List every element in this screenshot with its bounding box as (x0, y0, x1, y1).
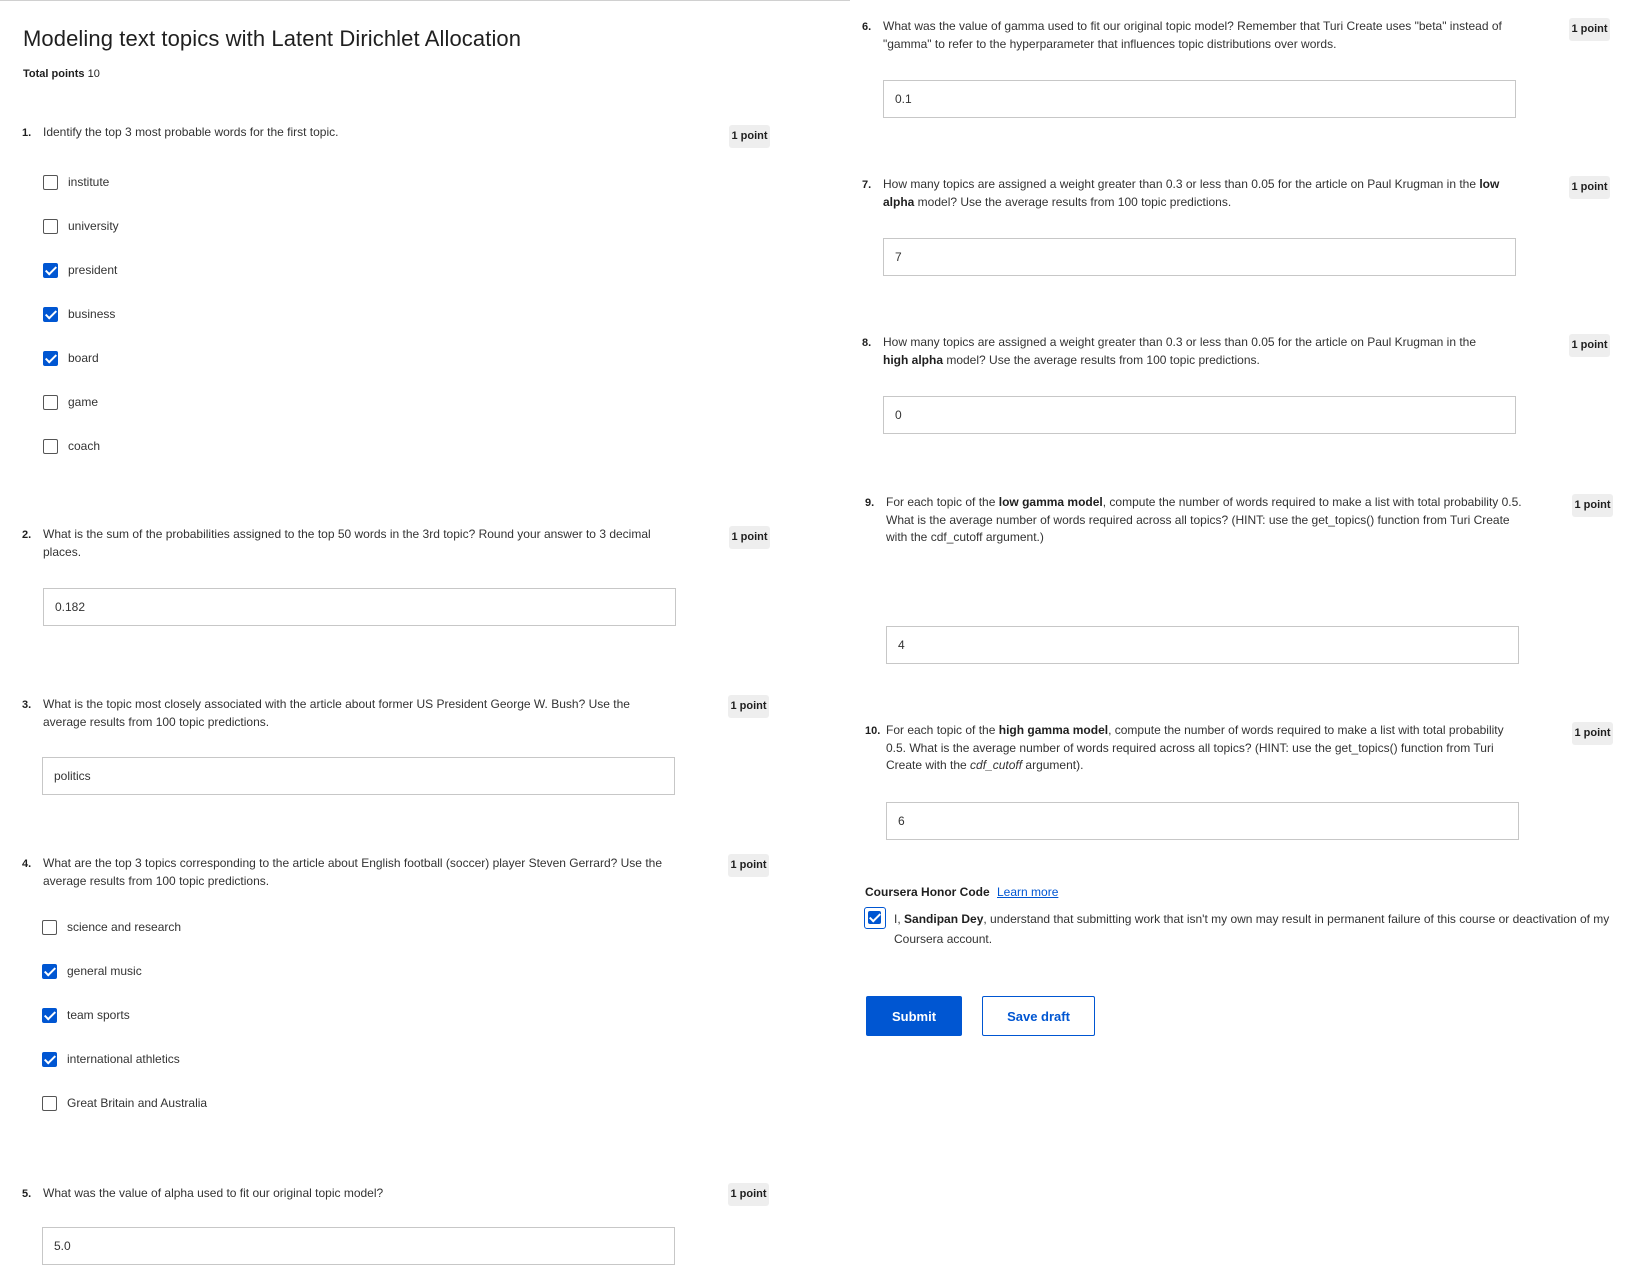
question-text: What is the topic most closely associate… (43, 697, 630, 729)
answer-input-q5[interactable]: 5.0 (42, 1227, 675, 1265)
question-number: 9. (865, 497, 875, 509)
points-badge: 1 point (1572, 494, 1613, 517)
submit-button[interactable]: Submit (866, 996, 962, 1036)
option-label: institute (68, 175, 110, 189)
question-text: Identify the top 3 most probable words f… (43, 125, 339, 139)
question-number: 10. (865, 725, 881, 737)
points-badge: 1 point (728, 695, 769, 718)
checkbox-checked[interactable] (43, 351, 58, 366)
points-badge: 1 point (728, 1183, 769, 1206)
page-title: Modeling text topics with Latent Dirichl… (23, 26, 522, 51)
question-text: How many topics are assigned a weight gr… (883, 335, 1477, 367)
points-badge: 1 point (729, 125, 770, 148)
total-points: Total points 10 (23, 68, 100, 80)
question-number: 6. (862, 21, 872, 33)
question-number: 2. (22, 529, 32, 541)
option-label: general music (67, 964, 142, 978)
option-label: game (68, 395, 99, 409)
option-label: coach (68, 439, 101, 453)
checkbox-unchecked[interactable] (43, 395, 58, 410)
answer-input-q3[interactable]: politics (42, 757, 675, 795)
points-badge: 1 point (729, 526, 770, 549)
total-points-label: Total points (23, 68, 85, 80)
question-text: What is the sum of the probabilities ass… (43, 527, 651, 559)
question-number: 7. (862, 179, 872, 191)
honor-code-statement: I, Sandipan Dey, understand that submitt… (894, 912, 1610, 946)
option-label: president (68, 263, 118, 277)
option-label: team sports (67, 1008, 130, 1022)
answer-input-q6[interactable]: 0.1 (883, 80, 1516, 118)
points-badge: 1 point (1569, 18, 1610, 41)
points-badge: 1 point (1569, 176, 1610, 199)
honor-code-checkbox[interactable] (864, 907, 886, 929)
checkbox-unchecked[interactable] (43, 439, 58, 454)
checkmark-icon (868, 911, 881, 924)
option-label: business (68, 307, 116, 321)
checkbox-checked[interactable] (42, 1052, 57, 1067)
answer-input-q8[interactable]: 0 (883, 396, 1516, 434)
checkbox-checked[interactable] (42, 964, 57, 979)
answer-input-q7[interactable]: 7 (883, 238, 1516, 276)
option-label: university (68, 219, 119, 233)
question-text: What was the value of gamma used to fit … (883, 19, 1502, 51)
question-number: 1. (22, 127, 32, 139)
total-points-value: 10 (87, 68, 100, 80)
question-text: What was the value of alpha used to fit … (43, 1186, 384, 1200)
question-number: 3. (22, 699, 32, 711)
option-label: Great Britain and Australia (67, 1096, 208, 1110)
option-label: international athletics (67, 1052, 180, 1066)
checkbox-checked[interactable] (43, 263, 58, 278)
answer-input-q2[interactable]: 0.182 (43, 588, 676, 626)
answer-input-q9[interactable]: 4 (886, 626, 1519, 664)
question-number: 5. (22, 1188, 32, 1200)
question-text: For each topic of the low gamma model, c… (886, 495, 1522, 544)
checkbox-unchecked[interactable] (43, 175, 58, 190)
save-draft-button[interactable]: Save draft (982, 996, 1095, 1036)
checkbox-checked[interactable] (43, 307, 58, 322)
option-label: science and research (67, 920, 182, 934)
honor-code-learn-more-link[interactable]: Learn more (997, 885, 1058, 899)
points-badge: 1 point (1569, 334, 1610, 357)
checkbox-unchecked[interactable] (43, 219, 58, 234)
answer-input-q10[interactable]: 6 (886, 802, 1519, 840)
checkbox-unchecked[interactable] (42, 920, 57, 935)
question-number: 4. (22, 858, 32, 870)
option-label: board (68, 351, 99, 365)
points-badge: 1 point (1572, 722, 1613, 745)
checkbox-checked[interactable] (42, 1008, 57, 1023)
question-number: 8. (862, 337, 872, 349)
honor-code-title: Coursera Honor Code (865, 885, 990, 899)
top-divider (0, 0, 850, 1)
checkbox-unchecked[interactable] (42, 1096, 57, 1111)
question-text: For each topic of the high gamma model, … (886, 723, 1504, 772)
question-text: What are the top 3 topics corresponding … (43, 856, 662, 888)
question-text: How many topics are assigned a weight gr… (883, 177, 1500, 209)
learner-name: Sandipan Dey (904, 912, 984, 926)
points-badge: 1 point (728, 854, 769, 877)
